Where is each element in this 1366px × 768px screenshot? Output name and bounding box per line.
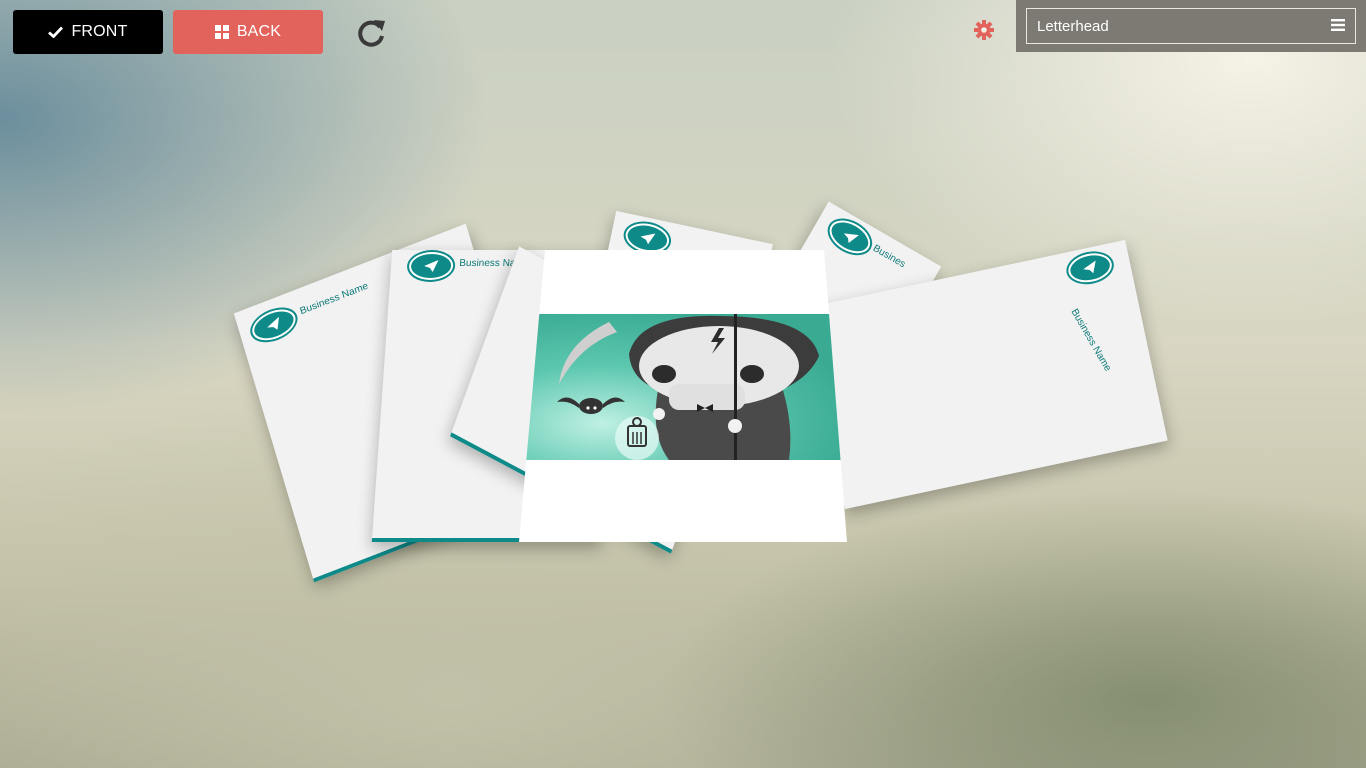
paper-plane-icon bbox=[248, 303, 300, 347]
business-name: Business Name bbox=[1068, 307, 1114, 374]
front-card bbox=[519, 250, 847, 542]
letterhead-preview: Business Name Business Na Busines Busine… bbox=[0, 0, 1366, 768]
business-name: Business Name bbox=[298, 280, 370, 318]
business-name: Business Na bbox=[458, 258, 516, 269]
grim-reaper-artwork bbox=[519, 314, 847, 460]
paper-plane-icon bbox=[1065, 249, 1115, 287]
paper-plane-icon bbox=[823, 213, 876, 260]
business-name: Busines bbox=[870, 242, 908, 271]
paper-plane-icon bbox=[408, 252, 455, 280]
